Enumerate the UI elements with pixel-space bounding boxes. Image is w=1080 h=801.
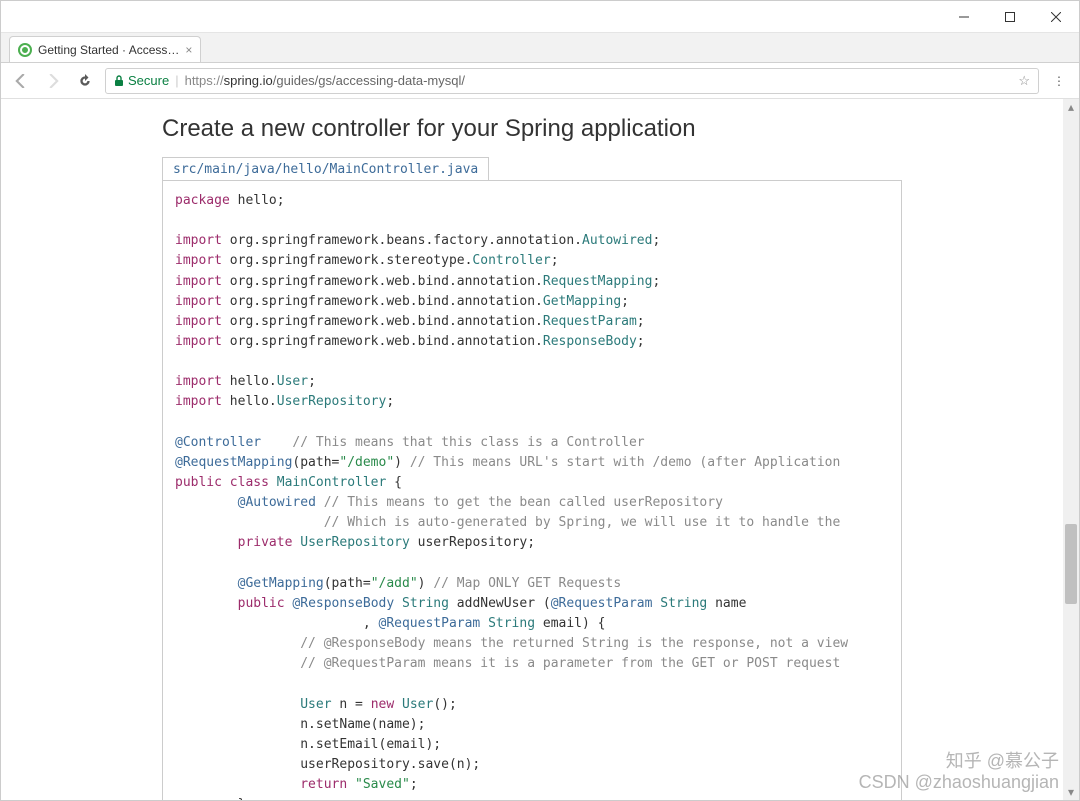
tab-close-icon[interactable]: × bbox=[185, 43, 192, 57]
window-max-button[interactable] bbox=[987, 1, 1033, 33]
window-min-button[interactable] bbox=[941, 1, 987, 33]
scroll-thumb[interactable] bbox=[1065, 524, 1077, 604]
address-bar: Secure | https://spring.io/guides/gs/acc… bbox=[1, 63, 1079, 99]
tab-strip: Getting Started · Access… × bbox=[1, 33, 1079, 63]
reload-button[interactable] bbox=[73, 69, 97, 93]
secure-label: Secure bbox=[128, 73, 169, 88]
omnibox[interactable]: Secure | https://spring.io/guides/gs/acc… bbox=[105, 68, 1039, 94]
browser-menu-button[interactable]: ⋮ bbox=[1047, 74, 1071, 88]
page-vertical-scrollbar[interactable]: ▴ ▾ bbox=[1063, 99, 1079, 800]
bookmark-star-icon[interactable]: ☆ bbox=[1018, 73, 1030, 89]
window-titlebar bbox=[1, 1, 1079, 33]
code-filepath: src/main/java/hello/MainController.java bbox=[162, 157, 489, 181]
browser-tab[interactable]: Getting Started · Access… × bbox=[9, 36, 201, 62]
section-heading: Create a new controller for your Spring … bbox=[162, 115, 902, 143]
page-viewport: Create a new controller for your Spring … bbox=[1, 99, 1079, 800]
window-close-button[interactable] bbox=[1033, 1, 1079, 33]
scroll-down-icon[interactable]: ▾ bbox=[1063, 784, 1079, 800]
lock-icon bbox=[114, 75, 124, 87]
forward-button[interactable] bbox=[41, 69, 65, 93]
back-button[interactable] bbox=[9, 69, 33, 93]
url-text: https://spring.io/guides/gs/accessing-da… bbox=[185, 73, 1013, 88]
secure-indicator: Secure bbox=[114, 73, 169, 88]
tab-title: Getting Started · Access… bbox=[38, 43, 179, 57]
spring-favicon bbox=[18, 43, 32, 57]
code-block[interactable]: package hello; import org.springframewor… bbox=[162, 180, 902, 800]
scroll-up-icon[interactable]: ▴ bbox=[1063, 99, 1079, 115]
